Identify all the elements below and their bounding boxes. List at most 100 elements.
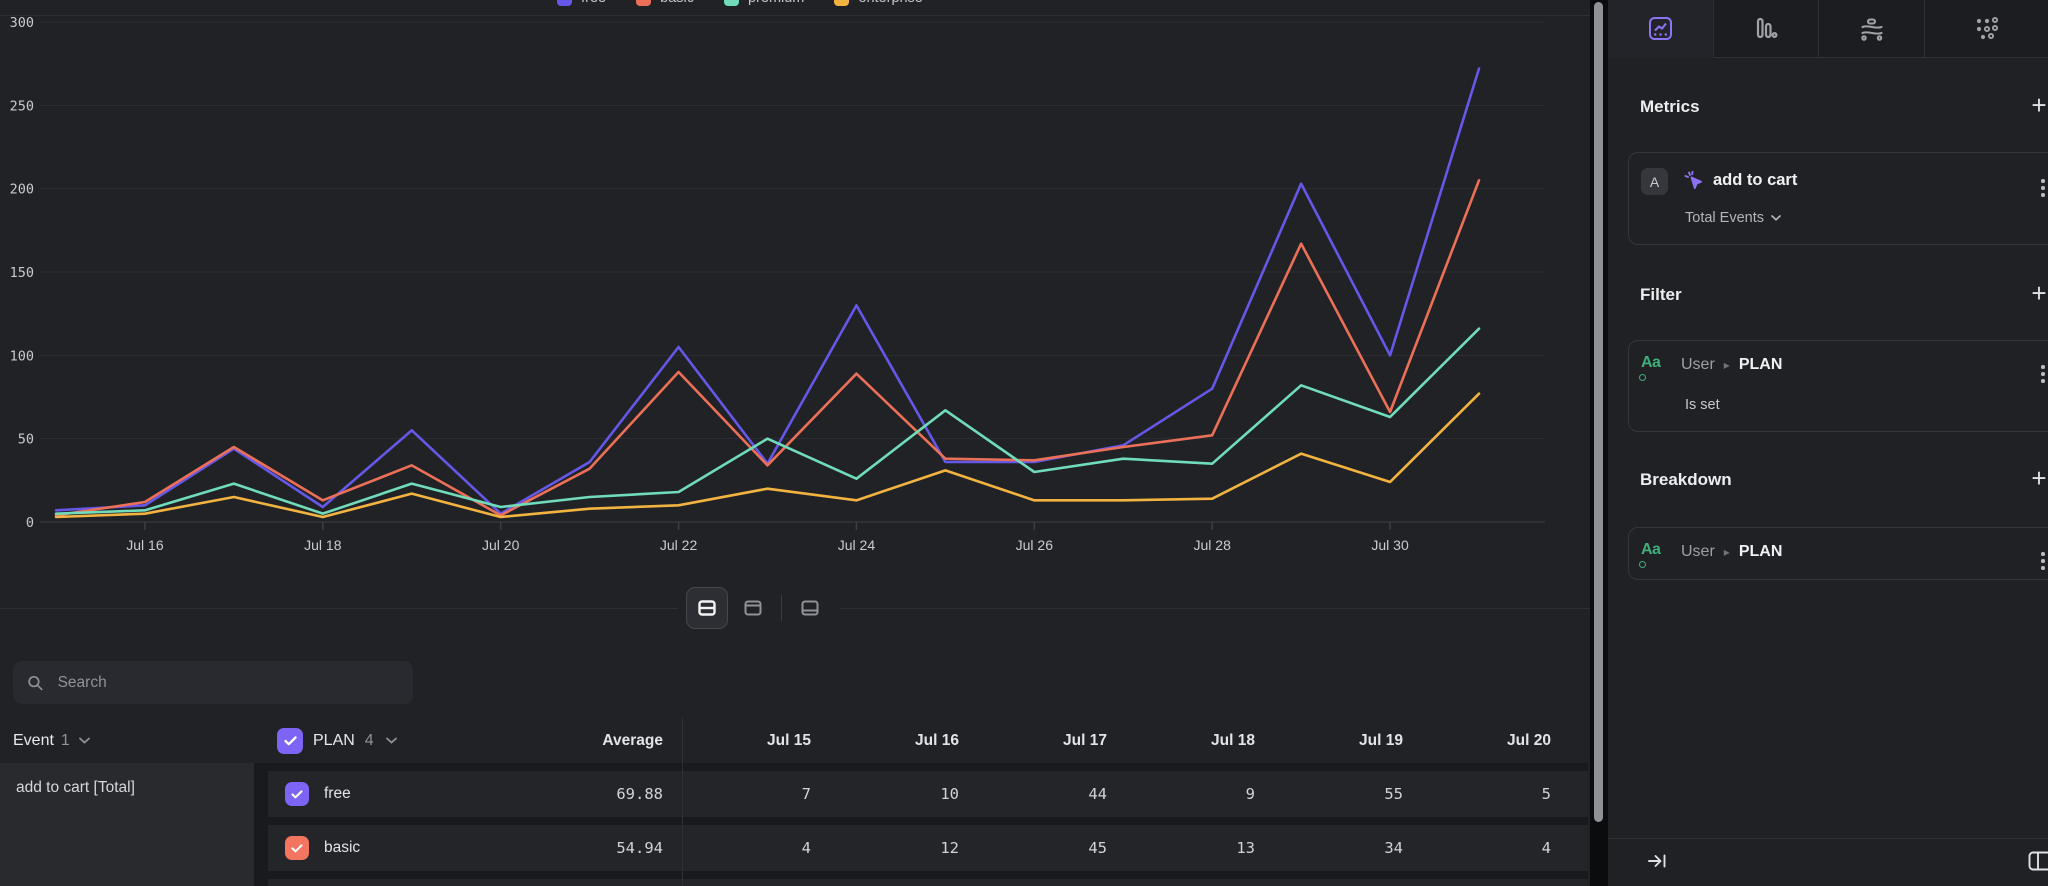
- svg-text:150: 150: [10, 265, 34, 281]
- analytics-app: freebasicpremiumenterprise 0501001502002…: [0, 0, 2048, 886]
- search-input[interactable]: [56, 673, 399, 693]
- breakdown-heading: Breakdown: [1640, 470, 1732, 490]
- average-value: 54.94: [540, 839, 663, 857]
- line-chart-tab-icon: [1647, 15, 1674, 42]
- filter-property-name: PLAN: [1739, 356, 1783, 374]
- filter-condition[interactable]: Is set: [1685, 397, 1720, 413]
- add-metric-button[interactable]: +: [2026, 94, 2048, 120]
- column-header-jul-19[interactable]: Jul 19: [1255, 732, 1403, 750]
- series-line-basic[interactable]: [56, 180, 1479, 515]
- collapse-sidebar-button[interactable]: [1646, 850, 1668, 877]
- series-line-premium[interactable]: [56, 329, 1479, 514]
- day-value: 55: [1255, 785, 1403, 803]
- columns-layout-icon: [2028, 851, 2048, 871]
- search-box[interactable]: [13, 661, 413, 704]
- table-row-basic[interactable]: basic54.944124513344: [268, 825, 1588, 871]
- table-body: free69.88710449555basic54.944124513344pr…: [0, 763, 1588, 886]
- series-line-free[interactable]: [56, 69, 1479, 514]
- check-icon: [291, 844, 303, 853]
- query-builder-sidebar: Metrics + A add to cart Total Events Fil…: [1608, 0, 2048, 886]
- scrollbar-thumb[interactable]: [1594, 2, 1603, 822]
- column-header-jul-18[interactable]: Jul 18: [1107, 732, 1255, 750]
- day-value: 5: [1403, 785, 1551, 803]
- tab-bar-chart[interactable]: [1714, 0, 1820, 58]
- svg-text:200: 200: [10, 182, 34, 198]
- chevron-down-icon: [79, 737, 90, 744]
- layout-bottom-bar-button[interactable]: [789, 587, 831, 629]
- event-header-label: Event: [13, 732, 54, 750]
- tab-more-chart-types[interactable]: [1925, 0, 2048, 58]
- column-header-jul-16[interactable]: Jul 16: [811, 732, 959, 750]
- basic-checkbox[interactable]: [285, 836, 309, 860]
- free-checkbox[interactable]: [285, 782, 309, 806]
- day-value: 4: [1403, 839, 1551, 857]
- metric-card[interactable]: A add to cart Total Events: [1628, 152, 2048, 245]
- metric-aggregation-label: Total Events: [1685, 210, 1764, 226]
- column-header-jul-17[interactable]: Jul 17: [959, 732, 1107, 750]
- filter-kebab-menu-icon[interactable]: [2037, 361, 2048, 387]
- plan-column-header[interactable]: PLAN 4: [277, 718, 397, 763]
- average-value: 69.88: [540, 785, 663, 803]
- row-values: 69.88710449555: [540, 771, 1551, 817]
- text-property-icon: Aa: [1641, 354, 1673, 380]
- svg-text:100: 100: [10, 348, 34, 364]
- svg-text:300: 300: [10, 15, 34, 31]
- layout-split-rows-button[interactable]: [686, 587, 728, 629]
- column-header-jul-15[interactable]: Jul 15: [663, 732, 811, 750]
- row-values: 33.0057235239: [540, 879, 1551, 886]
- metric-kebab-menu-icon[interactable]: [2037, 175, 2048, 201]
- series-line-enterprise[interactable]: [56, 394, 1479, 517]
- scrollbar-track: [1590, 0, 1608, 886]
- day-value: 44: [959, 785, 1107, 803]
- plan-select-all-checkbox[interactable]: [277, 728, 303, 754]
- arrow-to-bar-icon: [1646, 850, 1668, 872]
- tab-line-chart[interactable]: [1608, 0, 1714, 58]
- event-count: 1: [61, 732, 70, 750]
- layout-toggle-group: [678, 585, 839, 631]
- day-value: 34: [1255, 839, 1403, 857]
- chevron-down-icon: [1771, 215, 1781, 221]
- filter-card[interactable]: Aa User ▸ PLAN Is set: [1628, 340, 2048, 432]
- row-values: 54.944124513344: [540, 825, 1551, 871]
- bar-chart-tab-icon: [1752, 15, 1779, 42]
- day-value: 4: [663, 839, 811, 857]
- plan-count: 4: [365, 732, 374, 750]
- toggle-panel-button[interactable]: [2028, 851, 2048, 876]
- layout-top-bar-icon: [743, 598, 763, 618]
- breakdown-card[interactable]: Aa User ▸ PLAN: [1628, 527, 2048, 580]
- svg-text:Jul 28: Jul 28: [1194, 537, 1232, 553]
- add-breakdown-button[interactable]: +: [2026, 467, 2048, 493]
- column-header-jul-20[interactable]: Jul 20: [1403, 732, 1551, 750]
- metric-name[interactable]: add to cart: [1713, 171, 1797, 190]
- table-row-premium[interactable]: premium33.0057235239: [268, 879, 1588, 886]
- breadcrumb-arrow-icon: ▸: [1724, 358, 1730, 372]
- event-click-icon: [1681, 168, 1707, 194]
- stream-chart-tab-icon: [1858, 15, 1886, 43]
- add-filter-button[interactable]: +: [2026, 282, 2048, 308]
- layout-top-bar-button[interactable]: [732, 587, 774, 629]
- breakdown-property[interactable]: User ▸ PLAN: [1681, 543, 1782, 561]
- metric-aggregation-dropdown[interactable]: Total Events: [1685, 210, 1781, 226]
- table-row-free[interactable]: free69.88710449555: [268, 771, 1588, 817]
- svg-text:250: 250: [10, 98, 34, 114]
- breakdown-kebab-menu-icon[interactable]: [2037, 548, 2048, 574]
- check-icon: [284, 736, 297, 746]
- breakdown-property-name: PLAN: [1739, 543, 1783, 561]
- svg-text:Jul 24: Jul 24: [838, 537, 876, 553]
- breadcrumb-arrow-icon: ▸: [1724, 545, 1730, 559]
- filter-property[interactable]: User ▸ PLAN: [1681, 356, 1782, 374]
- day-value: 13: [1107, 839, 1255, 857]
- event-total-cell: add to cart [Total]: [0, 763, 254, 886]
- tab-stream-chart[interactable]: [1819, 0, 1925, 58]
- layout-toggle-separator: [781, 595, 782, 621]
- event-column-header[interactable]: Event 1: [13, 718, 90, 763]
- line-chart[interactable]: 050100150200250300Jul 16Jul 18Jul 20Jul …: [0, 0, 1590, 565]
- layout-bottom-bar-icon: [800, 598, 820, 618]
- column-header-average[interactable]: Average: [540, 732, 663, 750]
- day-value: 10: [811, 785, 959, 803]
- svg-text:Jul 22: Jul 22: [660, 537, 698, 553]
- filter-heading: Filter: [1640, 285, 1682, 305]
- svg-text:Jul 16: Jul 16: [126, 537, 164, 553]
- svg-text:0: 0: [26, 515, 34, 531]
- breakdown-scope: User: [1681, 543, 1715, 561]
